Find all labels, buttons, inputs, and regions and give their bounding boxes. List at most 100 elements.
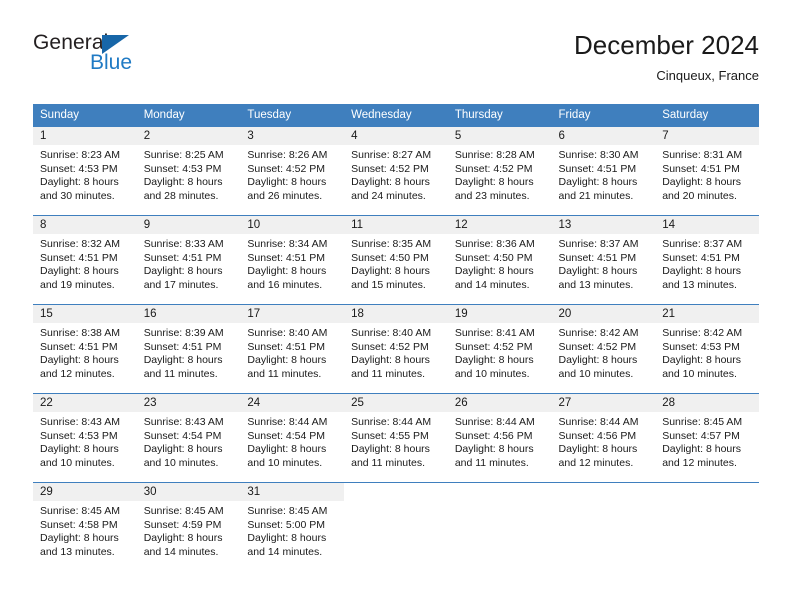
calendar-day-cell[interactable]: 28 Sunrise: 8:45 AM Sunset: 4:57 PM Dayligh…	[655, 393, 759, 483]
sunrise-time: Sunrise: 8:40 AM	[247, 327, 328, 339]
calendar-day-cell[interactable]: 17 Sunrise: 8:40 AM Sunset: 4:51 PM Dayligh…	[240, 304, 345, 394]
sunset-time: Sunset: 4:53 PM	[40, 429, 118, 442]
daylight-duration-line2: and 16 minutes.	[247, 278, 323, 291]
day-cell-inner: 28 Sunrise: 8:45 AM Sunset: 4:57 PM Dayligh…	[655, 394, 759, 482]
sunset-time: Sunset: 5:00 PM	[247, 518, 326, 531]
sunset-time: Sunset: 4:53 PM	[143, 162, 222, 175]
day-info: Sunrise: 8:40 AM Sunset: 4:52 PM Daylight:…	[344, 323, 448, 381]
sunset-time: Sunset: 4:51 PM	[143, 340, 222, 353]
sunset-time: Sunset: 4:51 PM	[662, 251, 740, 264]
day-cell-inner: 3 Sunrise: 8:26 AM Sunset: 4:52 PM Daylight…	[240, 127, 345, 215]
day-info	[344, 501, 448, 505]
calendar-day-cell[interactable]: 14 Sunrise: 8:37 AM Sunset: 4:51 PM Dayligh…	[655, 215, 759, 305]
day-number: 2	[136, 127, 241, 145]
sunset-time: Sunset: 4:51 PM	[558, 251, 637, 264]
daylight-duration-line2: and 17 minutes.	[143, 278, 219, 291]
day-info: Sunrise: 8:33 AM Sunset: 4:51 PM Daylight:…	[137, 234, 241, 292]
calendar-day-cell[interactable]: 8 Sunrise: 8:32 AM Sunset: 4:51 PM Daylight…	[33, 215, 137, 305]
day-number: 3	[240, 127, 345, 145]
calendar-day-cell[interactable]: 23 Sunrise: 8:43 AM Sunset: 4:54 PM Dayligh…	[136, 393, 241, 483]
weekday-header-saturday: Saturday	[655, 104, 759, 127]
page-title: December 2024	[574, 30, 759, 60]
sunrise-time: Sunrise: 8:23 AM	[40, 149, 120, 161]
sunset-time: Sunset: 4:53 PM	[40, 162, 118, 175]
day-info: Sunrise: 8:36 AM Sunset: 4:50 PM Daylight:…	[448, 234, 552, 292]
day-info: Sunrise: 8:35 AM Sunset: 4:50 PM Daylight:…	[344, 234, 448, 292]
calendar-day-cell[interactable]: 5 Sunrise: 8:28 AM Sunset: 4:52 PM Daylight…	[447, 126, 552, 216]
daylight-duration-line2: and 12 minutes.	[558, 456, 634, 469]
day-number: 8	[33, 216, 137, 234]
daylight-duration-line1: Daylight: 8 hours	[351, 354, 430, 367]
brand-logo[interactable]: General Blue	[33, 32, 213, 88]
day-cell-inner	[551, 483, 656, 571]
day-cell-inner: 2 Sunrise: 8:25 AM Sunset: 4:53 PM Daylight…	[136, 127, 241, 215]
sunrise-time: Sunrise: 8:27 AM	[351, 149, 432, 161]
sunset-time: Sunset: 4:52 PM	[351, 340, 429, 353]
weekday-header-sunday: Sunday	[33, 104, 137, 127]
calendar-day-cell[interactable]: 15 Sunrise: 8:38 AM Sunset: 4:51 PM Dayligh…	[33, 304, 137, 394]
calendar-day-cell[interactable]: 27 Sunrise: 8:44 AM Sunset: 4:56 PM Dayligh…	[551, 393, 656, 483]
sunrise-time: Sunrise: 8:45 AM	[662, 416, 743, 428]
weekday-header-wednesday: Wednesday	[344, 104, 448, 127]
calendar-day-cell[interactable]: 12 Sunrise: 8:36 AM Sunset: 4:50 PM Dayligh…	[447, 215, 552, 305]
calendar-day-cell[interactable]: 31 Sunrise: 8:45 AM Sunset: 5:00 PM Dayligh…	[240, 482, 345, 571]
calendar-day-cell[interactable]: 6 Sunrise: 8:30 AM Sunset: 4:51 PM Daylight…	[551, 126, 656, 216]
day-cell-inner: 10 Sunrise: 8:34 AM Sunset: 4:51 PM Dayligh…	[240, 216, 345, 304]
daylight-duration-line1: Daylight: 8 hours	[351, 176, 430, 189]
calendar-day-cell[interactable]: 20 Sunrise: 8:42 AM Sunset: 4:52 PM Dayligh…	[551, 304, 656, 394]
calendar-day-cell[interactable]: 3 Sunrise: 8:26 AM Sunset: 4:52 PM Daylight…	[240, 126, 345, 216]
calendar-week-row: 22 Sunrise: 8:43 AM Sunset: 4:53 PM Dayligh…	[33, 393, 759, 483]
daylight-duration-line1: Daylight: 8 hours	[247, 354, 327, 367]
day-cell-inner: 17 Sunrise: 8:40 AM Sunset: 4:51 PM Dayligh…	[240, 305, 345, 393]
daylight-duration-line1: Daylight: 8 hours	[662, 443, 742, 456]
calendar-page: General Blue December 2024 Cinqueux, Fra…	[0, 0, 792, 612]
day-cell-inner: 20 Sunrise: 8:42 AM Sunset: 4:52 PM Dayligh…	[551, 305, 656, 393]
sunrise-time: Sunrise: 8:44 AM	[558, 416, 639, 428]
daylight-duration-line2: and 11 minutes.	[351, 367, 426, 380]
day-number	[655, 483, 759, 501]
daylight-duration-line2: and 12 minutes.	[662, 456, 737, 469]
daylight-duration-line1: Daylight: 8 hours	[247, 265, 327, 278]
day-cell-inner: 9 Sunrise: 8:33 AM Sunset: 4:51 PM Daylight…	[136, 216, 241, 304]
calendar-day-cell[interactable]: 11 Sunrise: 8:35 AM Sunset: 4:50 PM Dayligh…	[344, 215, 448, 305]
day-info: Sunrise: 8:44 AM Sunset: 4:56 PM Daylight:…	[448, 412, 552, 470]
calendar-day-cell[interactable]: 9 Sunrise: 8:33 AM Sunset: 4:51 PM Daylight…	[136, 215, 241, 305]
daylight-duration-line1: Daylight: 8 hours	[143, 443, 223, 456]
page-subtitle: Cinqueux, France	[656, 68, 759, 83]
calendar-day-cell[interactable]: 26 Sunrise: 8:44 AM Sunset: 4:56 PM Dayligh…	[447, 393, 552, 483]
day-cell-inner: 6 Sunrise: 8:30 AM Sunset: 4:51 PM Daylight…	[551, 127, 656, 215]
sunset-time: Sunset: 4:51 PM	[247, 340, 326, 353]
calendar-day-cell[interactable]: 4 Sunrise: 8:27 AM Sunset: 4:52 PM Daylight…	[344, 126, 448, 216]
calendar-day-cell[interactable]: 29 Sunrise: 8:45 AM Sunset: 4:58 PM Dayligh…	[33, 482, 137, 571]
daylight-duration-line1: Daylight: 8 hours	[40, 443, 119, 456]
day-number: 19	[447, 305, 552, 323]
daylight-duration-line2: and 11 minutes.	[454, 456, 529, 469]
sunrise-time: Sunrise: 8:44 AM	[454, 416, 535, 428]
daylight-duration-line2: and 28 minutes.	[143, 189, 219, 202]
calendar-day-cell[interactable]: 21 Sunrise: 8:42 AM Sunset: 4:53 PM Dayligh…	[655, 304, 759, 394]
calendar-day-cell[interactable]: 2 Sunrise: 8:25 AM Sunset: 4:53 PM Daylight…	[136, 126, 241, 216]
daylight-duration-line2: and 20 minutes.	[662, 189, 737, 202]
weekday-header-friday: Friday	[551, 104, 656, 127]
calendar-day-cell[interactable]: 13 Sunrise: 8:37 AM Sunset: 4:51 PM Dayligh…	[551, 215, 656, 305]
calendar-day-cell[interactable]: 30 Sunrise: 8:45 AM Sunset: 4:59 PM Dayligh…	[136, 482, 241, 571]
calendar-day-cell[interactable]: 19 Sunrise: 8:41 AM Sunset: 4:52 PM Dayligh…	[447, 304, 552, 394]
day-number: 9	[136, 216, 241, 234]
sunset-time: Sunset: 4:51 PM	[143, 251, 222, 264]
daylight-duration-line2: and 14 minutes.	[247, 545, 323, 558]
day-cell-inner: 18 Sunrise: 8:40 AM Sunset: 4:52 PM Dayligh…	[344, 305, 448, 393]
calendar-day-cell[interactable]: 10 Sunrise: 8:34 AM Sunset: 4:51 PM Dayligh…	[240, 215, 345, 305]
calendar-day-cell[interactable]: 24 Sunrise: 8:44 AM Sunset: 4:54 PM Dayligh…	[240, 393, 345, 483]
daylight-duration-line1: Daylight: 8 hours	[143, 176, 223, 189]
daylight-duration-line1: Daylight: 8 hours	[247, 443, 327, 456]
calendar-day-cell[interactable]: 22 Sunrise: 8:43 AM Sunset: 4:53 PM Dayligh…	[33, 393, 137, 483]
day-cell-inner	[655, 483, 759, 571]
sunrise-time: Sunrise: 8:28 AM	[454, 149, 535, 161]
calendar-day-cell[interactable]: 25 Sunrise: 8:44 AM Sunset: 4:55 PM Dayligh…	[344, 393, 448, 483]
daylight-duration-line1: Daylight: 8 hours	[40, 265, 119, 278]
calendar-day-cell[interactable]: 16 Sunrise: 8:39 AM Sunset: 4:51 PM Dayligh…	[136, 304, 241, 394]
calendar-day-cell[interactable]: 1 Sunrise: 8:23 AM Sunset: 4:53 PM Daylight…	[33, 126, 137, 216]
day-number: 18	[344, 305, 448, 323]
calendar-day-cell[interactable]: 7 Sunrise: 8:31 AM Sunset: 4:51 PM Daylight…	[655, 126, 759, 216]
calendar-day-cell[interactable]: 18 Sunrise: 8:40 AM Sunset: 4:52 PM Dayligh…	[344, 304, 448, 394]
